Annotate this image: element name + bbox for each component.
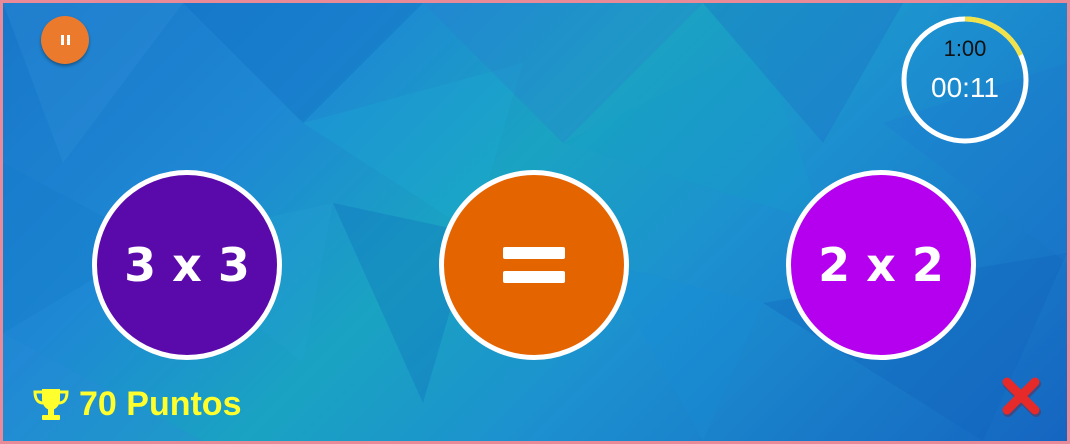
pause-icon [60,35,70,45]
timer-limit: 1:00 [943,36,987,61]
countdown-timer: 1:00 00:11 [899,14,1031,146]
left-expression: 3 x 3 [124,238,250,292]
comparator-button[interactable] [439,170,629,360]
pause-button[interactable] [41,16,89,64]
left-expression-bubble: 3 x 3 [92,170,282,360]
right-expression-bubble: 2 x 2 [786,170,976,360]
game-screen: 1:00 00:11 3 x 3 2 x 2 70 Puntos [0,0,1070,444]
score-display: 70 Puntos [31,385,241,424]
timer-elapsed: 00:11 [931,72,999,103]
right-expression: 2 x 2 [818,238,944,292]
equals-icon [503,247,565,283]
trophy-icon [33,388,69,420]
close-button[interactable] [998,373,1044,419]
score-label: 70 Puntos [79,385,242,423]
close-x-icon [1002,377,1041,417]
